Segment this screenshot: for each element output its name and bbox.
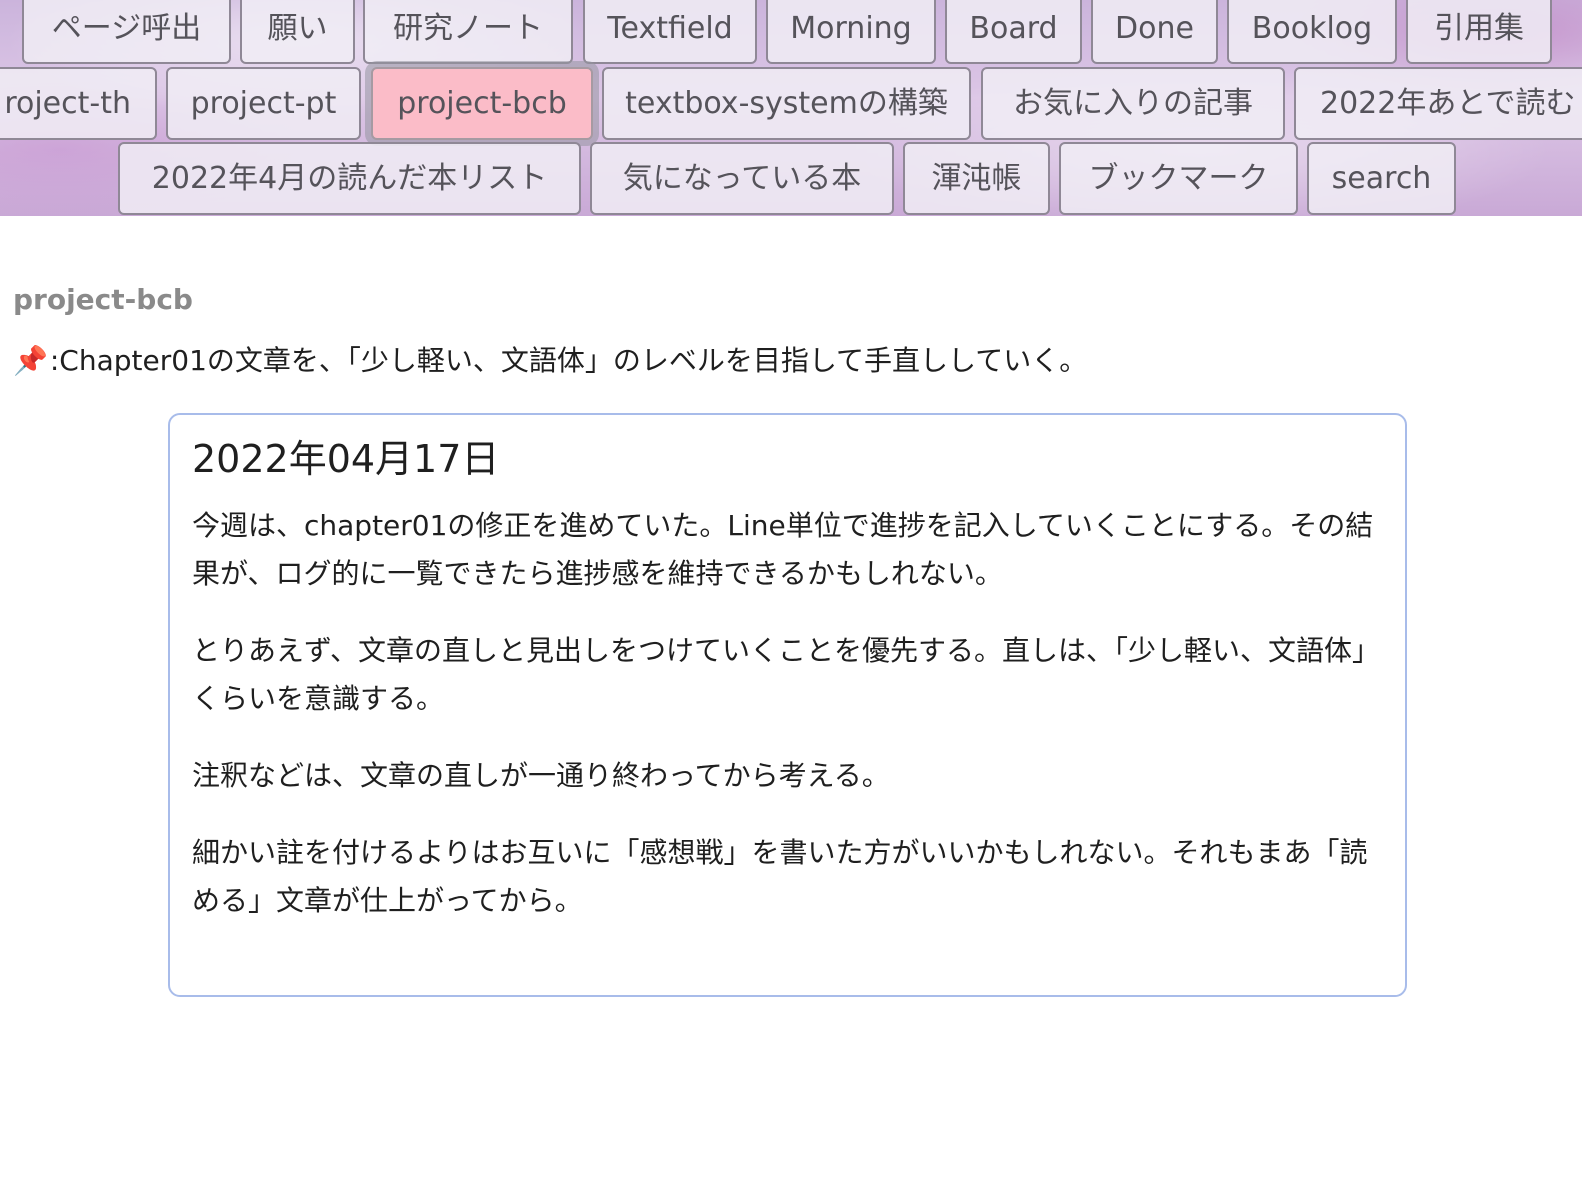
- tab-chaos-notebook[interactable]: 渾沌帳: [903, 142, 1050, 215]
- entry-paragraph-1: 今週は、chapter01の修正を進めていた。Line単位で進捗を記入していくこ…: [192, 509, 1374, 591]
- tab-books-read-april-2022[interactable]: 2022年4月の読んだ本リスト: [118, 142, 581, 215]
- tab-wish[interactable]: 願い: [240, 0, 355, 64]
- tab-project-pt[interactable]: project-pt: [166, 67, 361, 140]
- pinned-note-text: :Chapter01の文章を、「少し軽い、文語体」のレベルを目指して手直ししてい…: [49, 344, 1088, 377]
- tab-project-bcb[interactable]: project-bcb: [371, 67, 593, 140]
- tab-done[interactable]: Done: [1091, 0, 1218, 64]
- page-title: project-bcb: [13, 283, 193, 316]
- entry-date-heading: 2022年04月17日: [192, 437, 500, 481]
- tab-search[interactable]: search: [1307, 142, 1456, 215]
- pinned-note: 📌:Chapter01の文章を、「少し軽い、文語体」のレベルを目指して手直しして…: [13, 339, 1087, 379]
- entry-paragraph-3: 注釈などは、文章の直しが一通り終わってから考える。: [192, 759, 890, 793]
- tab-board[interactable]: Board: [945, 0, 1082, 64]
- tab-research-notes[interactable]: 研究ノート: [363, 0, 573, 64]
- tab-booklog[interactable]: Booklog: [1227, 0, 1397, 64]
- entry-paragraph-2: とりあえず、文章の直しと見出しをつけていくことを優先する。直しは、「少し軽い、文…: [192, 634, 1381, 716]
- pushpin-icon: 📌: [13, 344, 48, 377]
- tab-project-th[interactable]: roject-th: [0, 67, 157, 140]
- tab-interesting-books[interactable]: 気になっている本: [590, 142, 894, 215]
- tab-bookmarks[interactable]: ブックマーク: [1059, 142, 1298, 215]
- tab-quotes[interactable]: 引用集: [1406, 0, 1552, 64]
- entry-paragraph-4: 細かい註を付けるよりはお互いに「感想戦」を書いた方がいいかもしれない。それもまあ…: [192, 836, 1368, 918]
- tab-morning[interactable]: Morning: [766, 0, 936, 64]
- tab-textfield[interactable]: Textfield: [583, 0, 757, 64]
- tab-textbox-system[interactable]: textbox-systemの構築: [602, 67, 971, 140]
- tab-page-call[interactable]: ページ呼出: [22, 0, 231, 64]
- header-tab-bar: ページ呼出 願い 研究ノート Textfield Morning Board D…: [0, 0, 1582, 216]
- tab-read-later-2022[interactable]: 2022年あとで読む: [1294, 67, 1582, 140]
- journal-entry-card: 2022年04月17日 今週は、chapter01の修正を進めていた。Line単…: [168, 413, 1407, 997]
- tab-favorite-articles[interactable]: お気に入りの記事: [981, 67, 1285, 140]
